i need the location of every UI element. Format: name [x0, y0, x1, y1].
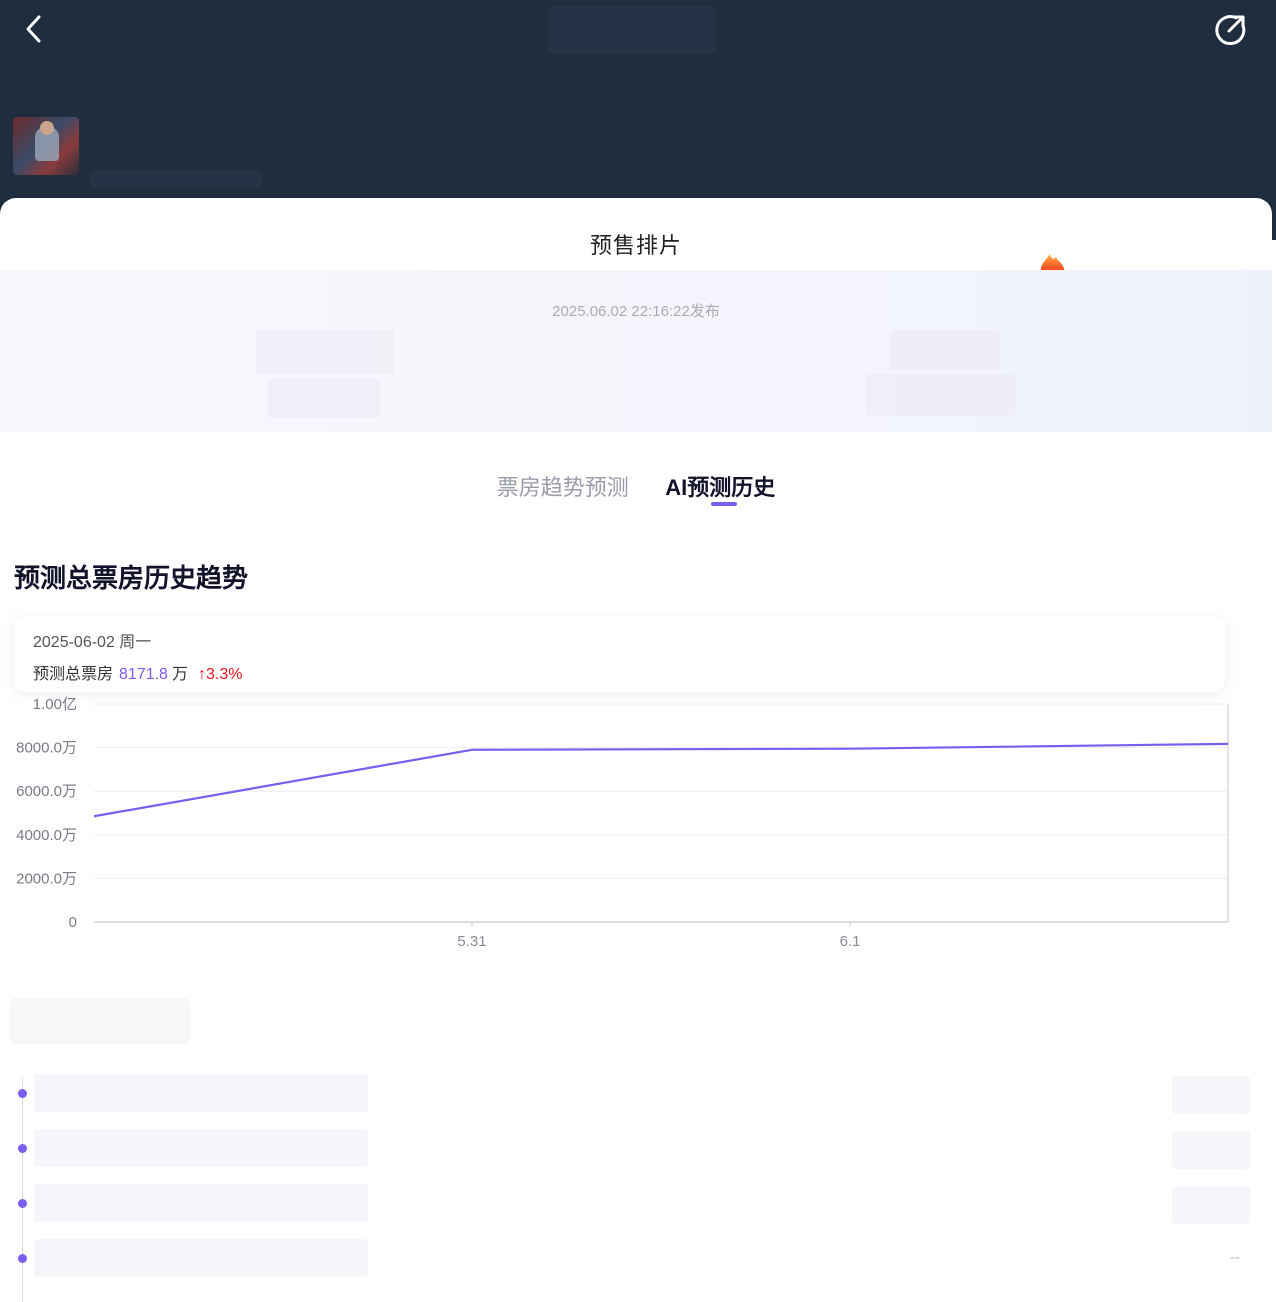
presale-summary: 2025.06.02 22:16:22发布: [0, 270, 1272, 432]
history-list-item[interactable]: [0, 1074, 1272, 1114]
x-tick-label: 5.31: [457, 933, 486, 950]
movie-poster[interactable]: [13, 117, 79, 175]
timeline-dot: [18, 1199, 27, 1208]
y-tick-label: 1.00亿: [33, 696, 77, 713]
summary-value-placeholder: [256, 330, 394, 374]
tooltip-metric-label: 预测总票房: [33, 666, 114, 683]
y-tick-label: 2000.0万: [16, 870, 77, 887]
tooltip-unit: 万: [171, 666, 188, 683]
active-tab-indicator: [711, 502, 738, 506]
timeline-dot: [18, 1254, 27, 1263]
summary-label-placeholder: [866, 374, 1016, 416]
history-item-text-placeholder: [34, 1129, 368, 1167]
tab-ai-history[interactable]: AI预测历史: [665, 470, 776, 506]
history-item-value-placeholder: [1172, 1186, 1250, 1224]
timeline-dot: [18, 1144, 27, 1153]
back-button[interactable]: [18, 12, 52, 46]
tooltip-date: 2025-06-02 周一: [33, 634, 152, 651]
movie-name-placeholder: [90, 170, 262, 188]
tooltip-row: 预测总票房 8171.8 万 ↑3.3%: [33, 660, 242, 684]
history-list-header: [10, 998, 190, 1044]
share-button[interactable]: [1212, 12, 1248, 48]
y-tick-label: 4000.0万: [16, 827, 77, 844]
history-item-text-placeholder: [34, 1239, 368, 1277]
y-tick-label: 8000.0万: [16, 740, 77, 757]
history-item-text-placeholder: [34, 1074, 368, 1112]
history-item-value-placeholder: [1172, 1076, 1250, 1114]
history-item-text-placeholder: [34, 1184, 368, 1222]
share-icon: [1215, 15, 1246, 45]
forecast-line-chart[interactable]: 0 2000.0万 4000.0万 6000.0万 8000.0万 1.00亿 5.31 6.…: [0, 692, 1272, 962]
panel-title: 预售排片: [589, 233, 682, 258]
y-tick-label: 0: [69, 914, 77, 931]
tab-box-office-trend[interactable]: 票房趋势预测: [497, 470, 629, 502]
tooltip-value: 8171.8: [119, 666, 168, 683]
history-list-item[interactable]: --: [0, 1239, 1272, 1279]
header-title-placeholder: [548, 6, 716, 54]
summary-label-placeholder: [268, 378, 380, 418]
back-arrow-icon: [26, 15, 41, 43]
tab-bar: 票房趋势预测 AI预测历史: [0, 470, 1272, 510]
tab-ai-history-label: AI预测历史: [665, 475, 776, 500]
section-title: 预测总票房历史趋势: [14, 563, 249, 593]
history-item-value-placeholder: [1172, 1131, 1250, 1169]
timeline-dot: [18, 1089, 27, 1098]
history-list-item[interactable]: [0, 1129, 1272, 1169]
x-tick-label: 6.1: [840, 933, 861, 950]
summary-value-placeholder: [890, 330, 1000, 370]
history-item-value: --: [1230, 1249, 1240, 1266]
chart-tooltip: 2025-06-02 周一 预测总票房 8171.8 万 ↑3.3%: [14, 616, 1225, 692]
presale-panel: 预售排片 2025.06.02 22:16:22发布 票房趋势预测 AI预测历史…: [0, 198, 1272, 1302]
forecast-series-line: [93, 742, 1229, 818]
tooltip-change: ↑3.3%: [197, 666, 243, 683]
history-list-item[interactable]: [0, 1184, 1272, 1224]
y-tick-label: 6000.0万: [16, 783, 77, 800]
publish-time: 2025.06.02 22:16:22发布: [552, 303, 720, 320]
